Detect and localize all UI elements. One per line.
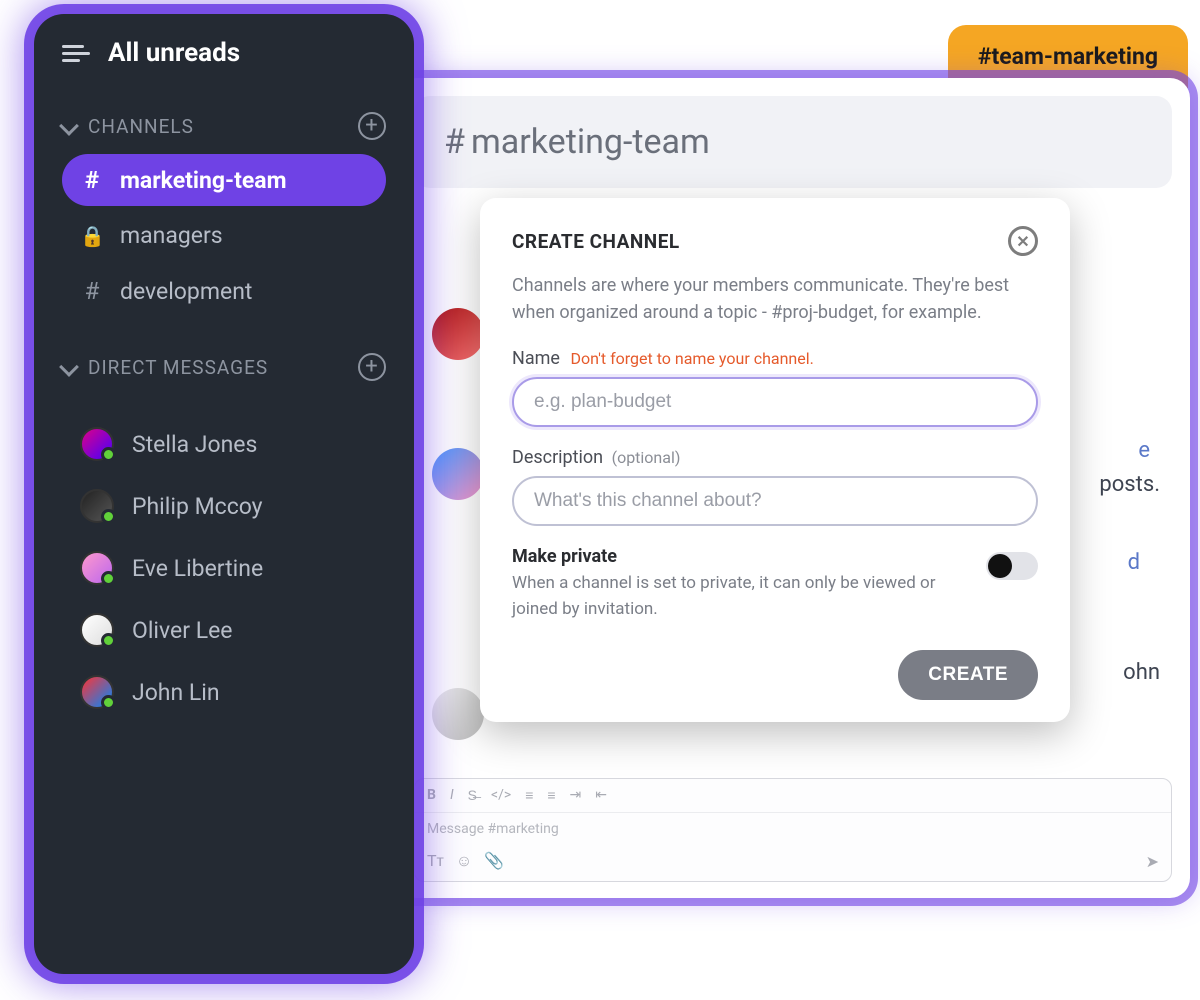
toggle-knob [988,554,1012,578]
name-hint: Don't forget to name your channel. [570,349,813,368]
avatar [80,489,114,523]
add-channel-button[interactable]: + [358,112,386,140]
lock-icon: 🔒 [80,224,104,248]
close-icon[interactable]: ✕ [1008,226,1038,256]
italic-icon[interactable]: I [450,787,454,804]
channel-label: managers [120,222,223,249]
dm-label: Oliver Lee [132,617,232,644]
presence-dot [101,447,116,462]
dm-header-label: DIRECT MESSAGES [88,356,268,379]
chat-header: #marketing-team [414,96,1172,188]
menu-icon[interactable] [62,45,90,62]
private-description: When a channel is set to private, it can… [512,571,966,622]
modal-description: Channels are where your members communic… [512,272,1038,326]
bg-text: d [1128,550,1140,575]
presence-dot [101,571,116,586]
hash-icon: # [80,166,104,194]
avatar [80,551,114,585]
channel-marketing-team[interactable]: # marketing-team [62,154,386,206]
presence-dot [101,633,116,648]
modal-title: CREATE CHANNEL [512,230,680,253]
composer-footer: Tᴛ ☺ 📎 ➤ [415,845,1171,881]
hash-icon: # [80,277,104,305]
emoji-icon[interactable]: ☺ [456,851,472,871]
chevron-down-icon [59,357,79,377]
sidebar-header: All unreads [34,14,414,86]
dm-john-lin[interactable]: John Lin [62,663,386,721]
dm-eve-libertine[interactable]: Eve Libertine [62,539,386,597]
dm-header[interactable]: DIRECT MESSAGES + [56,343,392,391]
dm-section: DIRECT MESSAGES + Stella Jones Philip Mc… [34,327,414,731]
dm-oliver-lee[interactable]: Oliver Lee [62,601,386,659]
description-sub: (optional) [612,448,681,467]
bold-icon[interactable]: B [427,787,436,804]
dm-label: Stella Jones [132,431,257,458]
name-field: Name Don't forget to name your channel. [512,348,1038,427]
dm-label: Philip Mccoy [132,493,263,520]
channels-header[interactable]: CHANNELS + [56,102,392,150]
channel-label: development [120,278,252,305]
sidebar-title: All unreads [108,38,240,68]
text-format-icon[interactable]: Tᴛ [427,851,444,871]
message-avatar [432,448,484,500]
channel-managers[interactable]: 🔒 managers [62,210,386,261]
avatar [80,613,114,647]
bg-text: posts. [1099,472,1160,497]
presence-dot [101,695,116,710]
unordered-list-icon[interactable]: ≡ [547,787,555,804]
private-title: Make private [512,546,966,567]
presence-dot [101,509,116,524]
dm-label: Eve Libertine [132,555,263,582]
dm-label: John Lin [132,679,220,706]
strike-icon[interactable]: S̶ [468,787,477,804]
hash-icon: # [444,122,465,162]
chat-header-title: marketing-team [471,122,710,162]
avatar [80,427,114,461]
create-button[interactable]: CREATE [898,650,1038,700]
name-label: Name [512,348,560,369]
composer-toolbar: B I S̶ </> ≡ ≡ ⇥ ⇤ [415,779,1171,813]
outdent-icon[interactable]: ⇤ [595,787,607,804]
description-field: Description (optional) [512,447,1038,526]
bg-text: e [1138,438,1150,463]
channel-label: marketing-team [120,167,287,194]
message-avatar [432,688,484,740]
sidebar: All unreads CHANNELS + # marketing-team … [34,14,414,974]
chevron-down-icon [59,116,79,136]
composer-input[interactable]: Message #marketing [415,813,1171,845]
private-toggle[interactable] [986,552,1038,580]
channels-section: CHANNELS + # marketing-team 🔒 managers #… [34,86,414,327]
add-dm-button[interactable]: + [358,353,386,381]
channel-development[interactable]: # development [62,265,386,317]
attachment-icon[interactable]: 📎 [484,851,504,871]
private-row: Make private When a channel is set to pr… [512,546,1038,622]
ordered-list-icon[interactable]: ≡ [525,787,533,804]
dm-stella-jones[interactable]: Stella Jones [62,415,386,473]
description-label: Description [512,447,603,468]
bg-text: ohn [1123,660,1160,685]
channels-header-label: CHANNELS [88,115,194,138]
send-icon[interactable]: ➤ [1146,852,1159,871]
avatar [80,675,114,709]
channel-name-input[interactable] [512,377,1038,427]
create-channel-modal: CREATE CHANNEL ✕ Channels are where your… [480,198,1070,722]
channel-description-input[interactable] [512,476,1038,526]
message-composer: B I S̶ </> ≡ ≡ ⇥ ⇤ Message #marketing Tᴛ… [414,778,1172,882]
code-icon[interactable]: </> [491,787,511,804]
indent-icon[interactable]: ⇥ [570,787,582,804]
dm-philip-mccoy[interactable]: Philip Mccoy [62,477,386,535]
message-avatar [432,308,484,360]
